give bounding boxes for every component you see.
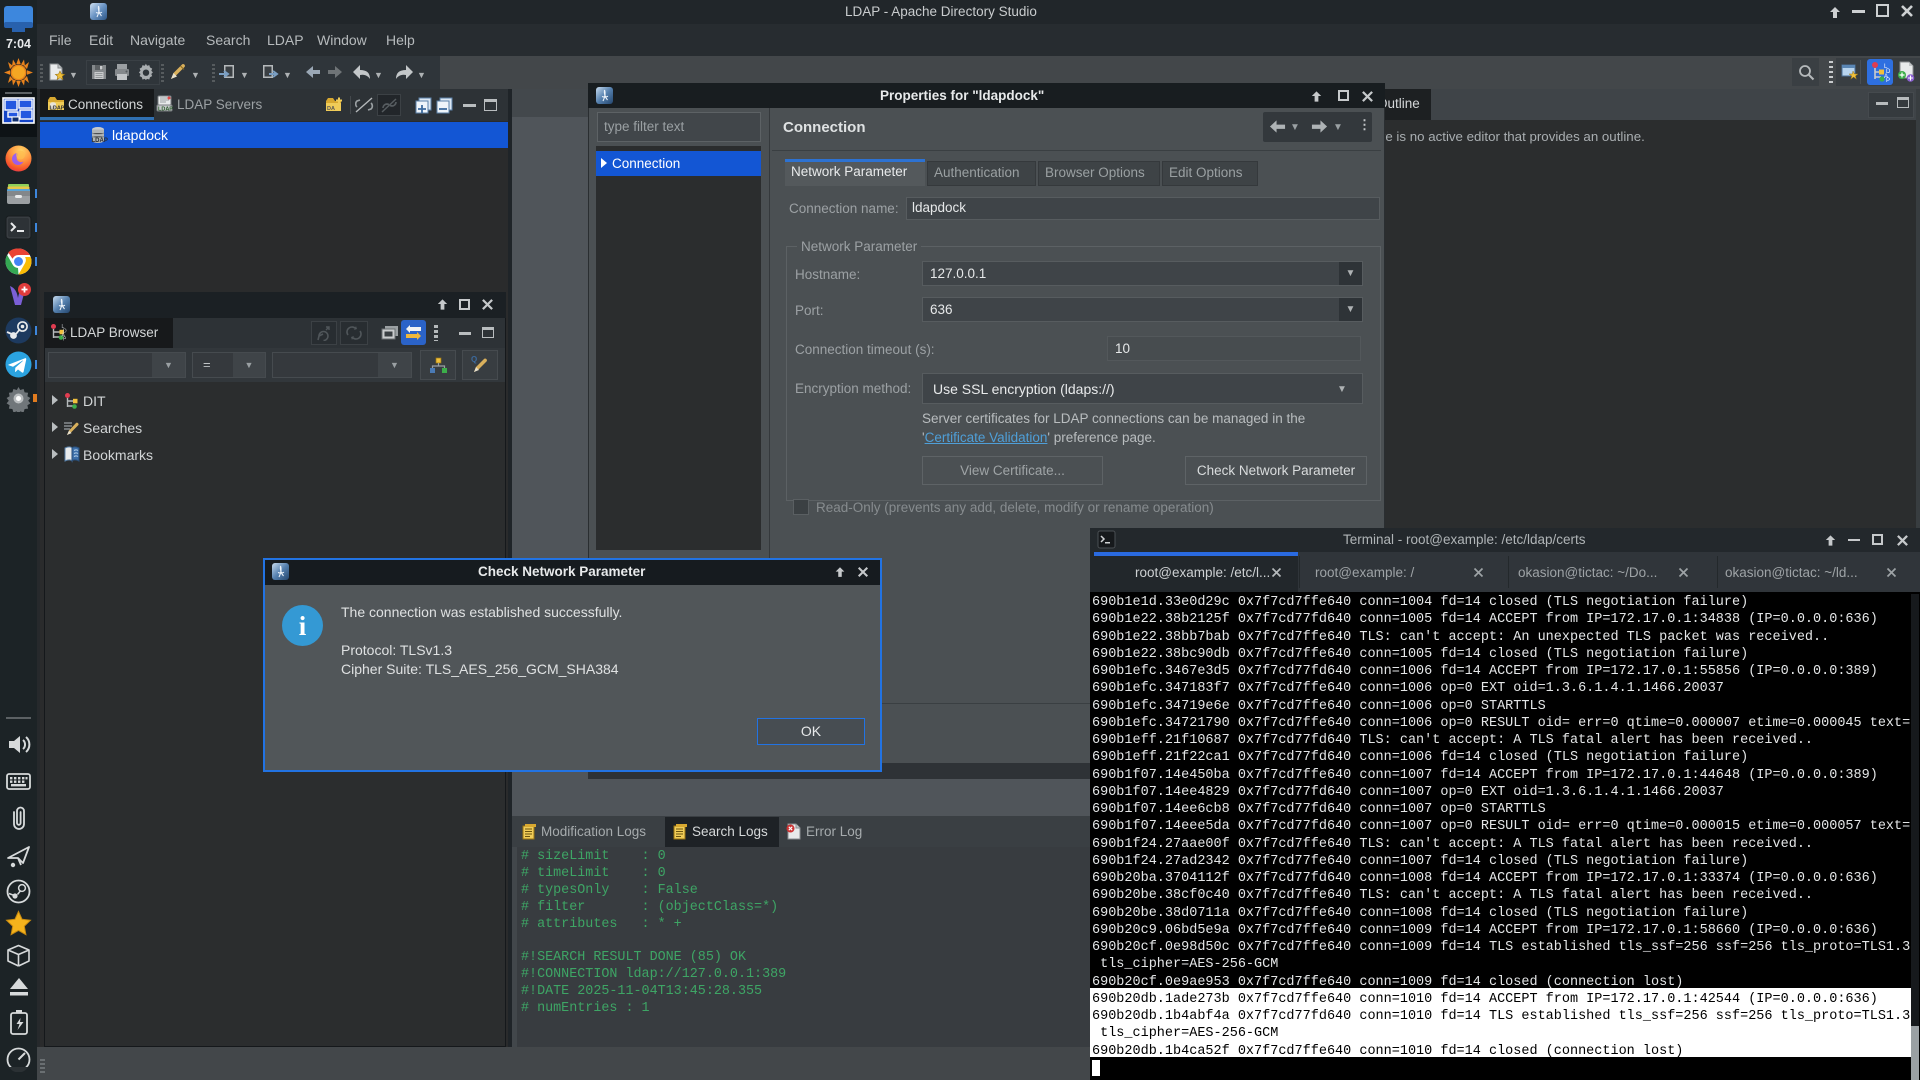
svg-text:LDAP: LDAP — [92, 138, 108, 144]
svg-text:P: P — [1886, 78, 1890, 83]
svg-text:P: P — [63, 337, 67, 342]
svg-text:Q: Q — [471, 355, 477, 364]
svg-text:LDAP: LDAP — [158, 107, 173, 113]
svg-text:DA: DA — [327, 106, 335, 112]
svg-text:LDAP: LDAP — [50, 106, 65, 112]
